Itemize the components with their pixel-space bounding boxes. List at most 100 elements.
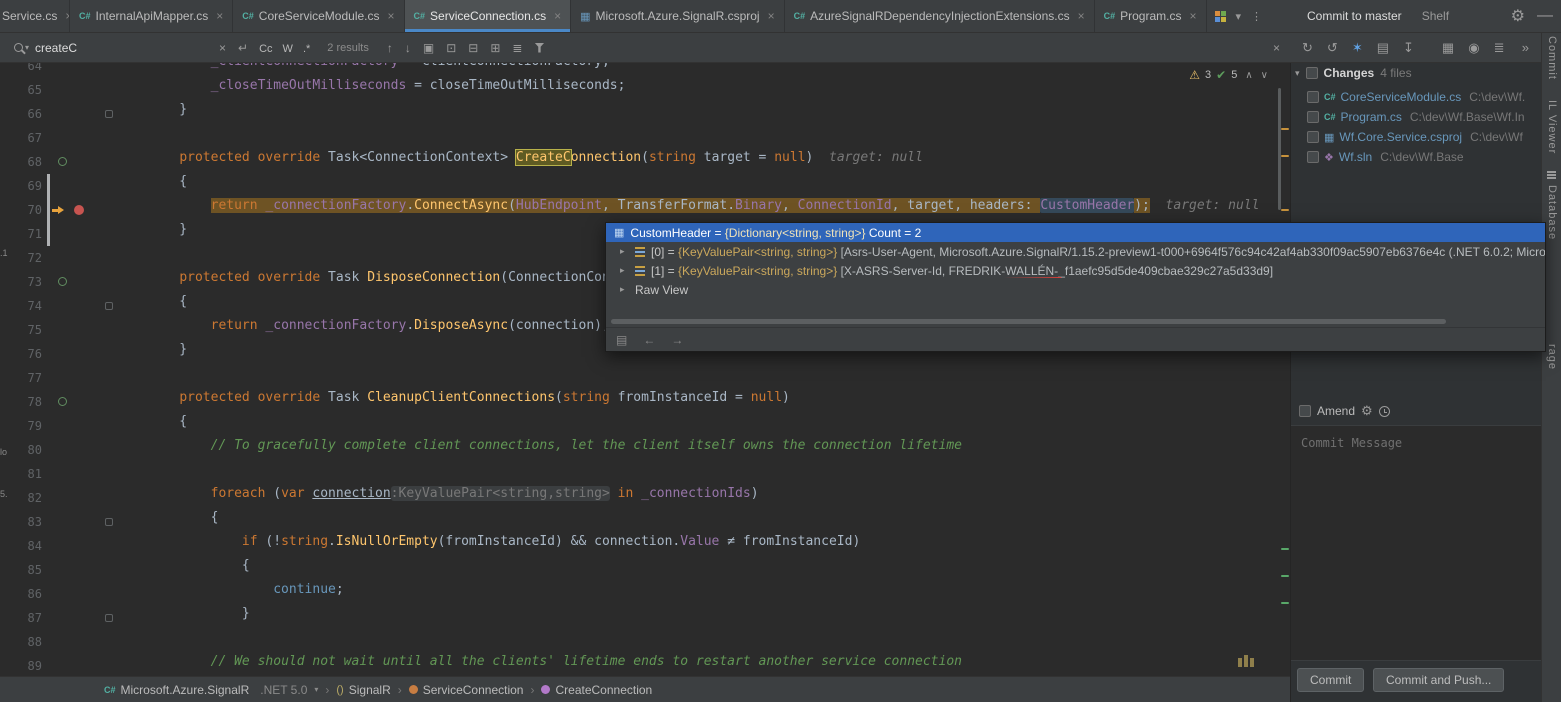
tool-tab-shelf[interactable]: Shelf bbox=[1412, 9, 1459, 23]
file-checkbox[interactable] bbox=[1307, 91, 1319, 103]
more-options-chevron[interactable]: » bbox=[1516, 40, 1535, 55]
code-editor[interactable]: 64 65 66 67 68 69 70 71 72 73 74 75 76 77 78 79 80 81 82 83… bbox=[8, 63, 1290, 676]
tool-stripe-commit[interactable]: Commit bbox=[1546, 36, 1558, 80]
scrollbar-thumb[interactable] bbox=[1278, 88, 1281, 210]
fold-marker-icon[interactable] bbox=[105, 614, 113, 622]
previous-match-icon[interactable]: ↑ bbox=[381, 41, 399, 55]
next-problem-icon[interactable]: ∨ bbox=[1261, 70, 1268, 81]
open-results-icon[interactable]: ▣ bbox=[417, 41, 440, 55]
expand-chevron-icon[interactable]: ▸ bbox=[620, 246, 629, 257]
file-tab-internalapimapper-cs[interactable]: C# InternalApiMapper.cs × bbox=[70, 0, 234, 32]
changed-file-row-coreservicemodule-cs[interactable]: C# CoreServiceModule.cs C:\dev\Wf. bbox=[1307, 87, 1539, 107]
file-tab-azuresignalrdependencyinjectionextensions-cs[interactable]: C# AzureSignalRDependencyInjectionExtensi… bbox=[785, 0, 1095, 32]
hide-panel-icon[interactable]: — bbox=[1537, 7, 1553, 25]
breadcrumb-createconnection[interactable]: CreateConnection bbox=[541, 683, 652, 697]
clear-search-icon[interactable]: × bbox=[213, 41, 232, 55]
search-history-chevron-icon[interactable]: ▾ bbox=[25, 43, 29, 52]
file-tab-label: InternalApiMapper.cs bbox=[95, 9, 209, 23]
file-checkbox[interactable] bbox=[1307, 131, 1319, 143]
tool-tab-commit-to-master[interactable]: Commit to master bbox=[1297, 9, 1412, 23]
override-gutter-icon[interactable] bbox=[58, 277, 67, 286]
editor-scrollbar[interactable] bbox=[1276, 63, 1290, 676]
breakpoint-icon[interactable] bbox=[74, 205, 84, 215]
tab-close-icon[interactable]: × bbox=[768, 9, 775, 23]
file-tab-serviceconnection-cs[interactable]: C# ServiceConnection.cs × bbox=[404, 0, 572, 32]
file-tab-service-cs[interactable]: Service.cs× bbox=[0, 0, 70, 32]
popup-row-0[interactable]: ▸ [0] = {KeyValuePair<string, string>} [A… bbox=[606, 242, 1545, 261]
tab-close-icon[interactable]: × bbox=[1078, 9, 1085, 23]
changes-checkbox[interactable] bbox=[1305, 67, 1318, 79]
settings-gear-icon[interactable]: ⚙ bbox=[1511, 6, 1525, 26]
override-gutter-icon[interactable] bbox=[58, 157, 67, 166]
code-line: return _connectionFactory.ConnectAsync(H… bbox=[210, 198, 1260, 213]
fold-marker-icon[interactable] bbox=[105, 110, 113, 118]
pin-to-editor-icon[interactable]: ▤ bbox=[616, 333, 627, 347]
amend-checkbox[interactable] bbox=[1299, 405, 1311, 417]
update-icon[interactable]: ↧ bbox=[1397, 40, 1420, 56]
tool-stripe-il-viewer[interactable]: IL Viewer bbox=[1546, 100, 1558, 154]
match-case-toggle[interactable]: Cc bbox=[254, 42, 277, 56]
expand-chevron-icon[interactable]: ▸ bbox=[620, 284, 629, 295]
tab-close-icon[interactable]: × bbox=[388, 9, 395, 23]
hidden-tabs-chevron-icon[interactable]: ▾ bbox=[1236, 10, 1242, 23]
search-input[interactable]: createC bbox=[35, 41, 213, 55]
next-match-icon[interactable]: ↓ bbox=[399, 41, 417, 55]
override-gutter-icon[interactable] bbox=[58, 397, 67, 406]
changed-file-row-wf-sln[interactable]: ❖ Wf.sln C:\dev\Wf.Base bbox=[1307, 147, 1539, 167]
breadcrumb-microsoft-azure-signalr[interactable]: C# Microsoft.Azure.SignalR .NET 5.0 ▾ bbox=[104, 683, 318, 697]
tool-stripe-database[interactable]: Database bbox=[1546, 185, 1558, 240]
image-file-tab-icon[interactable] bbox=[1214, 10, 1226, 22]
debugger-popup-selected-row[interactable]: ▦ CustomHeader = {Dictionary<string, str… bbox=[606, 223, 1545, 242]
search-option-icon-3[interactable]: ⊞ bbox=[484, 41, 506, 55]
fold-marker-icon[interactable] bbox=[105, 518, 113, 526]
preview-diff-icon[interactable]: ◉ bbox=[1462, 40, 1485, 56]
chevron-down-icon[interactable]: ▾ bbox=[314, 685, 318, 694]
file-tab-coreservicemodule-cs[interactable]: C# CoreServiceModule.cs × bbox=[233, 0, 405, 32]
tab-options-kebab-icon[interactable]: ⋮ bbox=[1251, 10, 1262, 23]
breadcrumb-serviceconnection[interactable]: ServiceConnection bbox=[408, 683, 523, 697]
group-by-icon[interactable]: ▦ bbox=[1436, 40, 1460, 56]
refresh-icon[interactable]: ↻ bbox=[1296, 40, 1319, 56]
tab-close-icon[interactable]: × bbox=[554, 9, 561, 23]
regex-toggle[interactable]: .* bbox=[298, 42, 315, 56]
commit-history-icon[interactable] bbox=[1378, 405, 1390, 417]
forward-icon[interactable]: → bbox=[671, 333, 683, 347]
line-number: 67 bbox=[27, 131, 42, 145]
tab-close-icon[interactable]: × bbox=[216, 9, 223, 23]
file-checkbox[interactable] bbox=[1307, 111, 1319, 123]
raw-view-row[interactable]: ▸ Raw View bbox=[606, 280, 1545, 299]
changelist-icon[interactable]: ▤ bbox=[1371, 40, 1395, 56]
prev-problem-icon[interactable]: ∧ bbox=[1245, 70, 1252, 81]
commit-options-gear-icon[interactable]: ⚙ bbox=[1361, 403, 1373, 419]
sort-results-icon[interactable]: ≣ bbox=[506, 41, 528, 55]
commit-and-push-button[interactable]: Commit and Push... bbox=[1373, 668, 1505, 692]
changed-file-row-program-cs[interactable]: C# Program.cs C:\dev\Wf.Base\Wf.In bbox=[1307, 107, 1539, 127]
expand-all-icon[interactable]: ≣ bbox=[1488, 40, 1511, 56]
expand-chevron-icon[interactable]: ▸ bbox=[620, 265, 629, 276]
popup-row-1[interactable]: ▸ [1] = {KeyValuePair<string, string>} [X… bbox=[606, 261, 1545, 280]
changed-file-row-wf-core-service-csproj[interactable]: ▦ Wf.Core.Service.csproj C:\dev\Wf bbox=[1307, 127, 1539, 147]
file-tab-microsoft-azure-signalr-csproj[interactable]: ▦ Microsoft.Azure.SignalR.csproj × bbox=[571, 0, 785, 32]
fold-marker-icon[interactable] bbox=[105, 302, 113, 310]
shelve-silently-icon[interactable]: ✶ bbox=[1346, 40, 1369, 56]
close-search-icon[interactable]: × bbox=[1273, 41, 1280, 55]
collapse-chevron-icon[interactable]: ▾ bbox=[1295, 68, 1300, 79]
tool-stripe-rage[interactable]: rage bbox=[1546, 344, 1558, 370]
breadcrumb-signalr[interactable]: () SignalR bbox=[336, 683, 390, 697]
code-line: // To gracefully complete client connect… bbox=[210, 438, 962, 453]
whole-words-toggle[interactable]: W bbox=[278, 42, 298, 56]
search-option-icon-2[interactable]: ⊟ bbox=[462, 41, 484, 55]
file-tab-program-cs[interactable]: C# Program.cs × bbox=[1095, 0, 1207, 32]
back-icon[interactable]: ← bbox=[643, 333, 655, 347]
inspections-widget[interactable]: ⚠ 3 ✔ 5 ∧ ∨ bbox=[1189, 68, 1268, 82]
file-checkbox[interactable] bbox=[1307, 151, 1319, 163]
filter-results-icon[interactable] bbox=[534, 42, 545, 53]
newline-icon[interactable]: ↵ bbox=[232, 41, 254, 55]
commit-button[interactable]: Commit bbox=[1297, 668, 1365, 692]
rollback-icon[interactable]: ↺ bbox=[1321, 40, 1344, 56]
search-option-icon-1[interactable]: ⊡ bbox=[440, 41, 462, 55]
popup-scrollbar[interactable] bbox=[609, 317, 1542, 327]
tab-close-icon[interactable]: × bbox=[1189, 9, 1196, 23]
commit-message-area[interactable]: Commit Message bbox=[1291, 425, 1541, 661]
changes-tree-header[interactable]: ▾ Changes 4 files bbox=[1295, 66, 1412, 80]
